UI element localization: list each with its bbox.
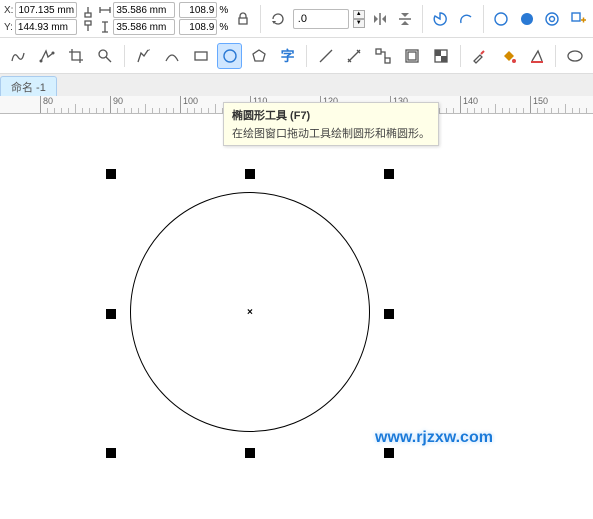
handle-w[interactable] [106, 309, 116, 319]
center-marker-icon: × [247, 307, 253, 318]
y-label: Y: [4, 22, 13, 33]
ellipse-tool-icon[interactable] [217, 43, 242, 69]
mirror-v-icon[interactable] [395, 8, 417, 30]
spin-up-icon[interactable]: ▲ [353, 10, 365, 19]
circle-fill-icon[interactable] [516, 8, 538, 30]
fill-tool-icon[interactable] [495, 43, 520, 69]
ruler-tick: 150 [530, 96, 531, 114]
donut-icon[interactable] [541, 8, 563, 30]
separator [555, 45, 556, 67]
percent-sign: % [219, 5, 228, 16]
scale-x-input[interactable] [179, 2, 217, 18]
scale-group: % % [179, 2, 228, 35]
text-tool-icon[interactable]: 字 [275, 43, 300, 69]
ruler-tick: 90 [110, 96, 111, 114]
handle-ne[interactable] [384, 169, 394, 179]
handle-nw[interactable] [106, 169, 116, 179]
scale-y-input[interactable] [179, 19, 217, 35]
handle-e[interactable] [384, 309, 394, 319]
rotate-icon[interactable] [267, 8, 289, 30]
ellipse-alt-icon[interactable] [562, 43, 587, 69]
add-shape-icon[interactable] [567, 8, 589, 30]
tab-doc1[interactable]: 命名 -1 [0, 76, 57, 96]
size-lock-icon[interactable] [81, 5, 95, 33]
eyedropper-tool-icon[interactable] [467, 43, 492, 69]
circle-shape-icon[interactable] [490, 8, 512, 30]
ruler-tick: 80 [40, 96, 41, 114]
tooltip: 椭圆形工具 (F7) 在绘图窗口拖动工具绘制圆形和椭圆形。 [223, 102, 439, 146]
angle-spinner[interactable]: ▲ ▼ [353, 10, 365, 28]
zoom-tool-icon[interactable] [93, 43, 118, 69]
ruler-tick: 140 [460, 96, 461, 114]
mirror-h-icon[interactable] [369, 8, 391, 30]
pie-icon[interactable] [429, 8, 451, 30]
handle-s[interactable] [245, 448, 255, 458]
tooltip-desc: 在绘图窗口拖动工具绘制圆形和椭圆形。 [232, 125, 430, 141]
arc-icon[interactable] [455, 8, 477, 30]
crop-tool-icon[interactable] [64, 43, 89, 69]
dimension-tool-icon[interactable] [342, 43, 367, 69]
connector-tool-icon[interactable] [371, 43, 396, 69]
freehand-tool-icon[interactable] [6, 43, 31, 69]
document-tabs: 命名 -1 [0, 74, 593, 96]
shape-toolbar: 字 [0, 38, 593, 74]
divider [260, 5, 261, 33]
outline-tool-icon[interactable] [524, 43, 549, 69]
property-bar: X: Y: % % [0, 0, 593, 38]
handle-se[interactable] [384, 448, 394, 458]
width-input[interactable] [113, 2, 175, 18]
watermark: www.rjzxw.com [375, 429, 493, 447]
transparency-tool-icon[interactable] [429, 43, 454, 69]
rectangle-tool-icon[interactable] [188, 43, 213, 69]
effect-tool-icon[interactable] [400, 43, 425, 69]
handle-sw[interactable] [106, 448, 116, 458]
drawing-canvas[interactable]: × 椭圆形工具 (F7) 在绘图窗口拖动工具绘制圆形和椭圆形。 www.rjzx… [0, 114, 593, 519]
line-tool-icon[interactable] [313, 43, 338, 69]
x-input[interactable] [15, 2, 77, 18]
tooltip-title: 椭圆形工具 (F7) [232, 107, 430, 123]
size-group [99, 2, 175, 35]
ruler-tick: 100 [180, 96, 181, 114]
curve-tool-icon[interactable] [159, 43, 184, 69]
divider [483, 5, 484, 33]
percent-sign-2: % [219, 22, 228, 33]
spin-down-icon[interactable]: ▼ [353, 19, 365, 28]
polygon-tool-icon[interactable] [246, 43, 271, 69]
separator [124, 45, 125, 67]
divider [422, 5, 423, 33]
separator [306, 45, 307, 67]
shape-tool-icon[interactable] [35, 43, 60, 69]
height-input[interactable] [113, 19, 175, 35]
angle-input[interactable] [293, 9, 349, 29]
lock-aspect-icon[interactable] [232, 8, 254, 30]
separator [460, 45, 461, 67]
height-icon [99, 21, 111, 33]
y-input[interactable] [15, 19, 77, 35]
x-label: X: [4, 5, 13, 16]
pen-tool-icon[interactable] [131, 43, 156, 69]
position-group: X: Y: [4, 2, 77, 35]
handle-n[interactable] [245, 169, 255, 179]
width-icon [99, 4, 111, 16]
